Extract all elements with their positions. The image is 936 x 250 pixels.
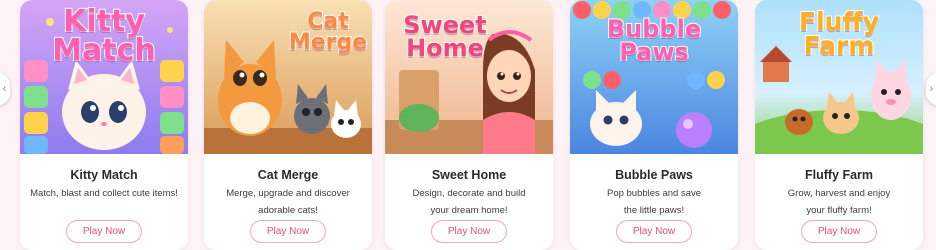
game-title: Kitty Match [70,168,138,182]
chevron-left-icon[interactable]: ‹ [0,72,10,106]
game-title: Sweet Home [431,168,507,182]
game-title: Bubble Paws [615,168,693,182]
game-logo: Cat Merge [288,9,368,55]
game-logo: Fluffy Farm [798,7,880,60]
play-now-button[interactable]: Play Now [431,220,507,243]
play-now-button[interactable]: Play Now [801,220,877,243]
game-artwork[interactable]: Sweet Home [385,0,553,154]
game-description: Grow, harvest and enjoy your fluffy farm… [787,188,891,216]
game-carousel: Kitty Match Kitty Match Match, blast and… [0,0,936,250]
game-card-kitty-match[interactable]: Kitty Match Kitty Match Match, blast and… [20,0,188,250]
play-now-button[interactable]: Play Now [66,220,142,243]
game-description: Pop bubbles and save the little paws! [606,188,702,216]
game-artwork[interactable]: Kitty Match [20,0,188,154]
game-card-sweet-home[interactable]: Sweet Home Sweet Home Design, decorate a… [385,0,553,250]
game-logo: Bubble Paws [606,15,702,66]
game-title: Cat Merge [257,168,319,182]
game-logo: Kitty Match [51,4,157,68]
game-card-fluffy-farm[interactable]: Fluffy Farm Fluffy Farm Grow, harvest an… [755,0,923,250]
game-artwork[interactable]: Fluffy Farm [755,0,923,154]
chevron-right-icon[interactable]: › [926,72,936,106]
game-description: Merge, upgrade and discover adorable cat… [226,188,350,216]
game-artwork[interactable]: Cat Merge [204,0,372,154]
game-card-cat-merge[interactable]: Cat Merge Cat Merge Merge, upgrade and d… [204,0,372,250]
play-now-button[interactable]: Play Now [250,220,326,243]
game-logo: Sweet Home [402,11,487,62]
play-now-button[interactable]: Play Now [616,220,692,243]
game-artwork[interactable]: Bubble Paws [570,0,738,154]
game-description: Match, blast and collect cute items! [30,188,178,199]
game-title: Fluffy Farm [804,168,874,182]
game-card-bubble-paws[interactable]: Bubble Paws Bubble Paws Pop bubbles and … [570,0,738,250]
game-description: Design, decorate and build your dream ho… [412,188,526,216]
